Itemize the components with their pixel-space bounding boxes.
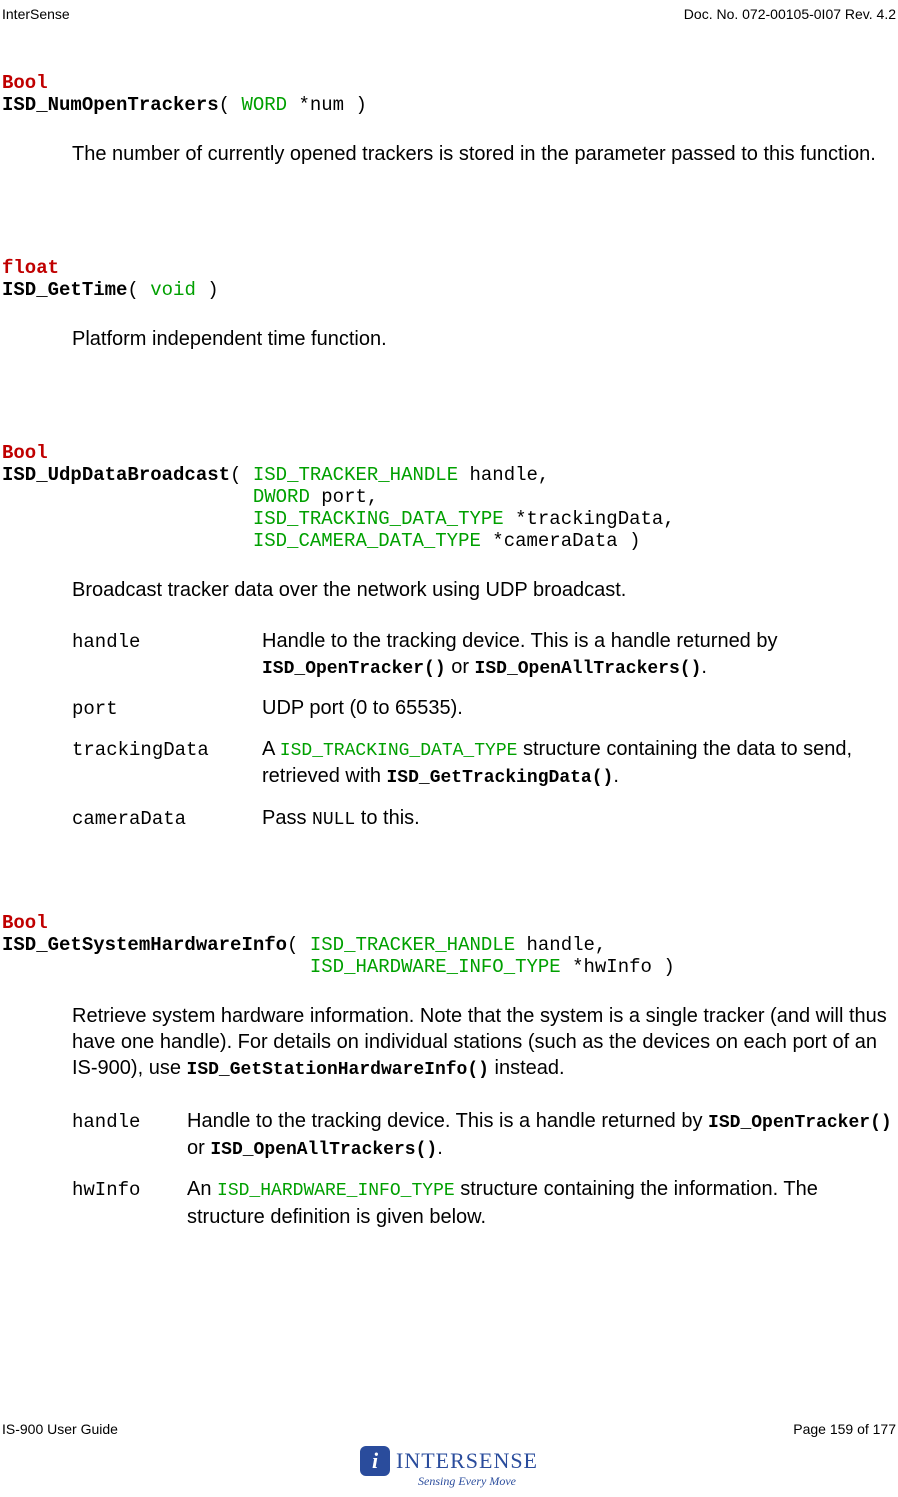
func3-signature: Bool ISD_UdpDataBroadcast( ISD_TRACKER_H… bbox=[2, 442, 896, 552]
param-name: port bbox=[72, 695, 262, 722]
logo-text-inner: INTERSENSE bbox=[396, 1448, 538, 1473]
func1-signature: Bool ISD_NumOpenTrackers( WORD *num ) bbox=[2, 72, 896, 116]
pad bbox=[2, 956, 310, 978]
header-right: Doc. No. 072-00105-0I07 Rev. 4.2 bbox=[684, 6, 896, 22]
intersense-logo: i INTERSENSE Sensing Every Move bbox=[360, 1446, 538, 1489]
param-type: ISD_TRACKING_DATA_TYPE bbox=[253, 508, 504, 530]
text: . bbox=[701, 656, 707, 678]
param-type: WORD bbox=[241, 94, 287, 116]
text: Pass bbox=[262, 807, 312, 829]
param-type: ISD_TRACKER_HANDLE bbox=[310, 934, 515, 956]
func2-desc: Platform independent time function. bbox=[72, 326, 896, 352]
func4-desc: Retrieve system hardware information. No… bbox=[72, 1003, 896, 1082]
param-row-handle: handle Handle to the tracking device. Th… bbox=[72, 628, 896, 681]
function-name: ISD_UdpDataBroadcast bbox=[2, 464, 230, 486]
text: A bbox=[262, 738, 280, 760]
param-arg: *cameraData ) bbox=[481, 530, 641, 552]
code-ref: ISD_OpenTracker() bbox=[708, 1113, 892, 1133]
param-desc: A ISD_TRACKING_DATA_TYPE structure conta… bbox=[262, 736, 896, 791]
func4-signature: Bool ISD_GetSystemHardwareInfo( ISD_TRAC… bbox=[2, 912, 896, 978]
code-ref: ISD_OpenTracker() bbox=[262, 659, 446, 679]
func1-desc: The number of currently opened trackers … bbox=[72, 141, 896, 167]
func3-desc: Broadcast tracker data over the network … bbox=[72, 577, 896, 603]
code-ref: NULL bbox=[312, 810, 355, 830]
param-arg: port, bbox=[310, 486, 378, 508]
logo-text: INTERSENSE bbox=[396, 1448, 538, 1474]
code-type: ISD_TRACKING_DATA_TYPE bbox=[280, 741, 518, 761]
param-name: cameraData bbox=[72, 805, 262, 832]
header-left: InterSense bbox=[2, 6, 70, 22]
return-type: float bbox=[2, 257, 59, 279]
param-desc: Pass NULL to this. bbox=[262, 805, 896, 832]
param-row-tracking-data: trackingData A ISD_TRACKING_DATA_TYPE st… bbox=[72, 736, 896, 791]
text: to this. bbox=[355, 807, 419, 829]
func2-signature: float ISD_GetTime( void ) bbox=[2, 257, 896, 301]
func-get-system-hardware-info: Bool ISD_GetSystemHardwareInfo( ISD_TRAC… bbox=[2, 912, 896, 1230]
param-type: ISD_HARDWARE_INFO_TYPE bbox=[310, 956, 561, 978]
text: Handle to the tracking device. This is a… bbox=[262, 630, 778, 652]
text: . bbox=[437, 1137, 443, 1159]
return-type: Bool bbox=[2, 442, 48, 464]
footer-right: Page 159 of 177 bbox=[793, 1421, 896, 1437]
param-desc: UDP port (0 to 65535). bbox=[262, 695, 896, 722]
code-ref: ISD_OpenAllTrackers() bbox=[210, 1140, 437, 1160]
param-row-hwinfo: hwInfo An ISD_HARDWARE_INFO_TYPE structu… bbox=[72, 1176, 896, 1229]
text: instead. bbox=[489, 1057, 565, 1079]
param-row-handle: handle Handle to the tracking device. Th… bbox=[72, 1108, 896, 1163]
param-desc: Handle to the tracking device. This is a… bbox=[262, 628, 896, 681]
param-arg: *hwInfo ) bbox=[561, 956, 675, 978]
param-row-camera-data: cameraData Pass NULL to this. bbox=[72, 805, 896, 832]
page-footer: IS-900 User Guide Page 159 of 177 bbox=[2, 1421, 896, 1437]
text: or bbox=[446, 656, 475, 678]
param-desc: An ISD_HARDWARE_INFO_TYPE structure cont… bbox=[187, 1176, 896, 1229]
function-name: ISD_GetSystemHardwareInfo bbox=[2, 934, 287, 956]
pad bbox=[2, 530, 253, 552]
text: or bbox=[187, 1137, 210, 1159]
func-num-open-trackers: Bool ISD_NumOpenTrackers( WORD *num ) Th… bbox=[2, 72, 896, 167]
sig-open: ( bbox=[127, 279, 150, 301]
text: . bbox=[613, 765, 619, 787]
param-type: void bbox=[150, 279, 196, 301]
param-row-port: port UDP port (0 to 65535). bbox=[72, 695, 896, 722]
function-name: ISD_GetTime bbox=[2, 279, 127, 301]
param-name: handle bbox=[72, 1108, 187, 1163]
pad bbox=[2, 486, 253, 508]
pad bbox=[2, 508, 253, 530]
param-arg: handle, bbox=[458, 464, 549, 486]
param-name: trackingData bbox=[72, 736, 262, 791]
sig-open: ( bbox=[219, 94, 242, 116]
param-desc: Handle to the tracking device. This is a… bbox=[187, 1108, 896, 1163]
param-name: hwInfo bbox=[72, 1176, 187, 1229]
param-name: handle bbox=[72, 628, 262, 681]
param-arg: *trackingData, bbox=[504, 508, 675, 530]
footer-left: IS-900 User Guide bbox=[2, 1421, 118, 1437]
function-name: ISD_NumOpenTrackers bbox=[2, 94, 219, 116]
return-type: Bool bbox=[2, 912, 48, 934]
code-ref: ISD_GetStationHardwareInfo() bbox=[187, 1060, 489, 1080]
code-type: ISD_HARDWARE_INFO_TYPE bbox=[217, 1181, 455, 1201]
logo-tagline: Sensing Every Move bbox=[396, 1474, 538, 1489]
param-arg: handle, bbox=[515, 934, 606, 956]
code-ref: ISD_OpenAllTrackers() bbox=[475, 659, 702, 679]
func-udp-data-broadcast: Bool ISD_UdpDataBroadcast( ISD_TRACKER_H… bbox=[2, 442, 896, 832]
func-get-time: float ISD_GetTime( void ) Platform indep… bbox=[2, 257, 896, 352]
open: ( bbox=[230, 464, 253, 486]
param-type: ISD_TRACKER_HANDLE bbox=[253, 464, 458, 486]
logo-icon: i bbox=[360, 1446, 390, 1476]
param-type: DWORD bbox=[253, 486, 310, 508]
text: Handle to the tracking device. This is a… bbox=[187, 1110, 708, 1132]
text: An bbox=[187, 1178, 217, 1200]
param-type: ISD_CAMERA_DATA_TYPE bbox=[253, 530, 481, 552]
open: ( bbox=[287, 934, 310, 956]
code-ref: ISD_GetTrackingData() bbox=[387, 768, 614, 788]
return-type: Bool bbox=[2, 72, 48, 94]
param-args: ) bbox=[196, 279, 219, 301]
param-args: *num ) bbox=[287, 94, 367, 116]
